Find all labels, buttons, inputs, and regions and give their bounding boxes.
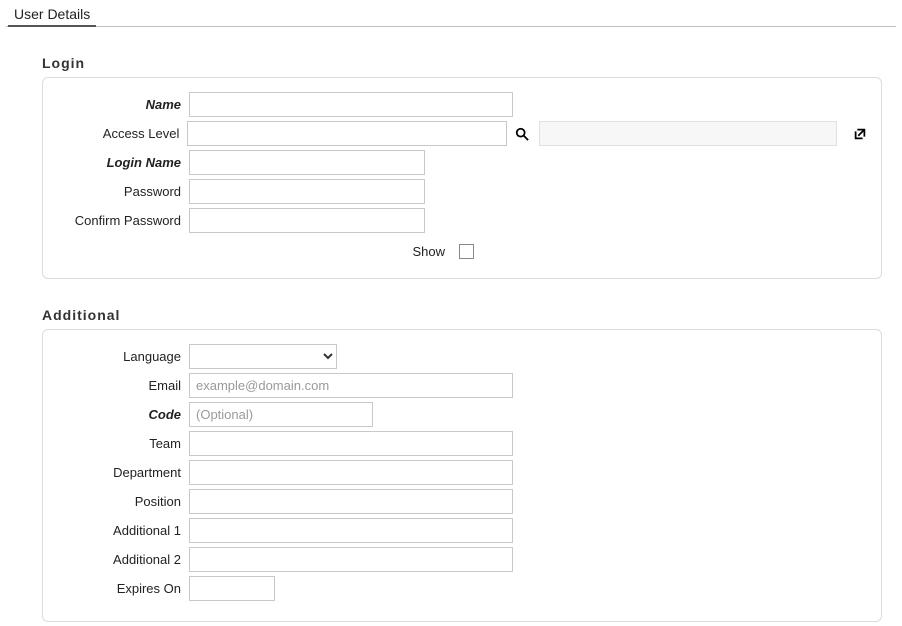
section-title-login: Login <box>42 55 882 71</box>
external-link-icon[interactable] <box>851 125 869 143</box>
tab-row: User Details <box>6 4 896 27</box>
row-additional1: Additional 1 <box>55 518 869 543</box>
row-language: Language <box>55 344 869 369</box>
label-login-name: Login Name <box>55 155 189 170</box>
expires-on-input[interactable] <box>189 576 275 601</box>
search-icon[interactable] <box>513 125 531 143</box>
access-level-input[interactable] <box>187 121 507 146</box>
row-name: Name <box>55 92 869 117</box>
row-team: Team <box>55 431 869 456</box>
row-show: Show <box>55 241 869 262</box>
label-show: Show <box>55 244 455 259</box>
section-login: Login Name Access Level Login Name Passw… <box>42 55 882 279</box>
row-position: Position <box>55 489 869 514</box>
label-additional1: Additional 1 <box>55 523 189 538</box>
row-confirm-password: Confirm Password <box>55 208 869 233</box>
row-code: Code <box>55 402 869 427</box>
label-expires-on: Expires On <box>55 581 189 596</box>
row-email: Email <box>55 373 869 398</box>
additional1-input[interactable] <box>189 518 513 543</box>
label-access-level: Access Level <box>55 126 187 141</box>
label-position: Position <box>55 494 189 509</box>
confirm-password-input[interactable] <box>189 208 425 233</box>
email-input[interactable] <box>189 373 513 398</box>
password-input[interactable] <box>189 179 425 204</box>
label-password: Password <box>55 184 189 199</box>
team-input[interactable] <box>189 431 513 456</box>
tab-user-details[interactable]: User Details <box>8 4 96 27</box>
label-language: Language <box>55 349 189 364</box>
label-department: Department <box>55 465 189 480</box>
code-input[interactable] <box>189 402 373 427</box>
label-email: Email <box>55 378 189 393</box>
panel-additional: Language Email Code Team Department Posi… <box>42 329 882 622</box>
label-confirm-password: Confirm Password <box>55 213 189 228</box>
show-checkbox[interactable] <box>459 244 474 259</box>
row-department: Department <box>55 460 869 485</box>
label-code: Code <box>55 407 189 422</box>
label-name: Name <box>55 97 189 112</box>
row-additional2: Additional 2 <box>55 547 869 572</box>
section-additional: Additional Language Email Code Team Depa… <box>42 307 882 622</box>
position-input[interactable] <box>189 489 513 514</box>
language-select[interactable] <box>189 344 337 369</box>
row-expires-on: Expires On <box>55 576 869 601</box>
row-access-level: Access Level <box>55 121 869 146</box>
label-team: Team <box>55 436 189 451</box>
additional2-input[interactable] <box>189 547 513 572</box>
department-input[interactable] <box>189 460 513 485</box>
label-additional2: Additional 2 <box>55 552 189 567</box>
panel-login: Name Access Level Login Name Password Co… <box>42 77 882 279</box>
name-input[interactable] <box>189 92 513 117</box>
access-level-display <box>539 121 837 146</box>
row-password: Password <box>55 179 869 204</box>
row-login-name: Login Name <box>55 150 869 175</box>
section-title-additional: Additional <box>42 307 882 323</box>
login-name-input[interactable] <box>189 150 425 175</box>
